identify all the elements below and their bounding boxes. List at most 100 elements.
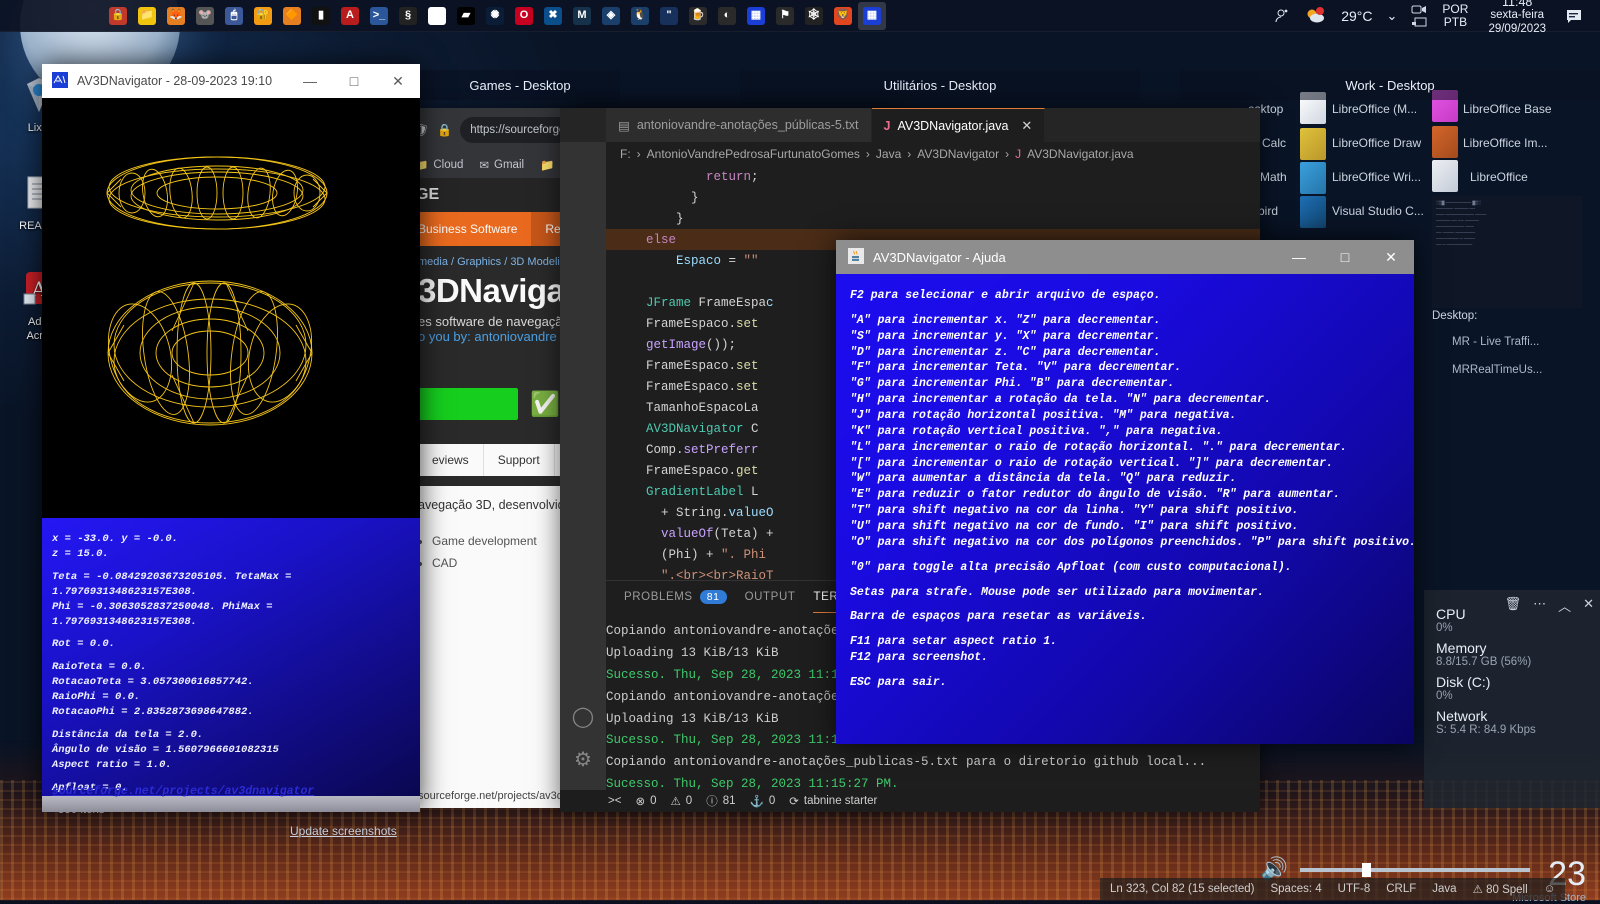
cmd-icon[interactable]: ▰ — [452, 2, 480, 30]
nav-business-software[interactable]: Business Software — [404, 212, 531, 246]
libreoffice-impress-icon[interactable] — [1432, 126, 1458, 158]
maximize-button[interactable]: □ — [1322, 240, 1368, 274]
error-count[interactable]: ⊗ 0 — [635, 794, 656, 808]
av3dnavigator-title-bar[interactable]: AV3DNavigator - 28-09-2023 19:10 — □ ✕ — [42, 64, 420, 98]
3d-viewport[interactable] — [42, 98, 420, 518]
project-tab-reviews[interactable]: eviews — [418, 444, 484, 476]
file-explorer-icon[interactable]: 📁 — [133, 2, 161, 30]
work-item-libreoffice-m[interactable]: LibreOffice (M... — [1332, 102, 1417, 116]
vlc-icon[interactable]: 🔶 — [278, 2, 306, 30]
notepad-icon[interactable]: ▤ — [423, 2, 451, 30]
close-button[interactable]: ✕ — [1368, 240, 1414, 274]
work-item-visual-studio-code[interactable]: Visual Studio C... — [1332, 204, 1424, 218]
feedback-icon[interactable]: ☺ — [1544, 883, 1556, 895]
cursor-position[interactable]: Ln 323, Col 82 (15 selected) — [1110, 883, 1254, 895]
work-traffic-item-1[interactable]: MR - Live Traffi... — [1452, 336, 1539, 348]
gimp-icon[interactable]: 🐭 — [191, 2, 219, 30]
work-item-thunderbird[interactable]: bird — [1258, 204, 1278, 218]
project-tab-support[interactable]: Support — [484, 444, 555, 476]
more-options-icon[interactable]: ⋯ — [1533, 596, 1546, 615]
opera-icon[interactable]: O — [510, 2, 538, 30]
eol[interactable]: CRLF — [1386, 883, 1416, 895]
tabnine-starter[interactable]: ⟳ tabnine starter — [789, 794, 877, 808]
sketch-icon[interactable]: ◐ — [713, 2, 741, 30]
delete-icon[interactable]: 🗑 — [1505, 596, 1522, 615]
lock-icon[interactable]: 🔐 — [249, 2, 277, 30]
breadcrumb-item-drive[interactable]: F: — [620, 147, 631, 161]
av3dnav-active-icon[interactable]: ▦ — [858, 1, 886, 30]
breadcrumb-item-folder-java[interactable]: Java — [876, 147, 901, 161]
libreoffice-start-icon[interactable] — [1432, 160, 1458, 192]
close-icon[interactable]: ✕ — [1021, 118, 1032, 134]
work-item-libreoffice-writer[interactable]: LibreOffice Wri... — [1332, 170, 1421, 184]
libreoffice-writer-icon[interactable] — [1300, 162, 1326, 194]
language-indicator[interactable]: POR PTB — [1434, 3, 1476, 28]
desktop-group-utilitarios[interactable]: Utilitários - Desktop — [740, 70, 1140, 100]
download-button[interactable] — [418, 388, 518, 420]
weather-icon[interactable] — [1298, 0, 1334, 32]
work-item-calc[interactable]: Calc — [1262, 136, 1286, 150]
volume-slider-handle[interactable] — [1362, 863, 1371, 877]
terminal-icon[interactable]: ▮ — [307, 2, 335, 30]
people-icon[interactable] — [1266, 0, 1298, 32]
minimize-button[interactable]: — — [1276, 240, 1322, 274]
libreoffice-draw-icon[interactable] — [1300, 128, 1326, 160]
panel-tab-problems[interactable]: PROBLEMS 81 — [624, 581, 727, 613]
volume-slider[interactable] — [1300, 863, 1530, 877]
info-count[interactable]: ⓘ 81 — [706, 793, 735, 809]
quote-icon[interactable]: " — [655, 2, 683, 30]
breadcrumb-item-folder-user[interactable]: AntonioVandrePedrosaFurtunatoGomes — [647, 147, 860, 161]
desktop-group-work[interactable]: Work - Desktop — [1180, 70, 1600, 100]
help-title-bar[interactable]: AV3DNavigator - Ajuda — □ ✕ — [836, 240, 1414, 274]
collapse-icon[interactable]: ︿ — [1558, 596, 1571, 615]
scilab-icon[interactable]: § — [394, 2, 422, 30]
maximize-button[interactable]: □ — [332, 64, 376, 98]
account-icon[interactable]: ◯ — [572, 704, 594, 729]
breadcrumb-item-folder-project[interactable]: AV3DNavigator — [917, 147, 999, 161]
mouse-icon[interactable]: 🖱 — [220, 2, 248, 30]
work-item-libreoffice-impress[interactable]: LibreOffice Im... — [1463, 136, 1547, 150]
work-item-math[interactable]: Math — [1260, 170, 1287, 184]
brave-icon[interactable]: 🦁 — [829, 2, 857, 30]
firefox-icon[interactable]: 🦊 — [162, 2, 190, 30]
vscode-icon[interactable]: ✖ — [539, 2, 567, 30]
taskbar[interactable]: 🔒 📁 🦊 🐭 🖱 🔐 🔶 ▮ A >_ § ▤ ▰ ✺ O ✖ M ◈ 🐧 " 🍺 ◐ ▦ ⚑ 🕸 🦁 ▦ 29°C ⌄ POR … — [0, 0, 1600, 35]
desktop-group-games[interactable]: Games - Desktop — [420, 70, 620, 100]
powershell-icon[interactable]: >_ — [365, 2, 393, 30]
visual-studio-code-icon[interactable] — [1300, 196, 1326, 228]
flag-icon[interactable]: ⚑ — [771, 2, 799, 30]
maxima-icon[interactable]: M — [568, 2, 596, 30]
minimize-button[interactable]: — — [288, 64, 332, 98]
octave-icon[interactable]: ◈ — [597, 2, 625, 30]
spell-checker[interactable]: ⚠ 80 Spell — [1473, 882, 1528, 896]
warning-count[interactable]: ⚠ 0 — [670, 794, 692, 808]
work-item-libreoffice[interactable]: LibreOffice — [1470, 170, 1528, 184]
bookmark-cloud[interactable]: 📁 Cloud — [414, 158, 463, 172]
brought-by-user[interactable]: antoniovandre — [474, 329, 556, 344]
work-traffic-item-2[interactable]: MRRealTimeUs... — [1452, 364, 1542, 376]
project-url-link[interactable]: sourceforge.net/projects/av3dnavigator — [52, 785, 314, 798]
breadcrumb-item-file[interactable]: AV3DNavigator.java — [1027, 147, 1134, 161]
tray-overflow-icons[interactable] — [1404, 0, 1434, 32]
av3dnav-icon[interactable]: ▦ — [742, 2, 770, 30]
adobe-acrobat-icon[interactable]: A — [336, 2, 364, 30]
notifications-icon[interactable] — [1558, 0, 1590, 32]
panel-tab-output[interactable]: OUTPUT — [745, 581, 796, 613]
clock[interactable]: 11:48 sexta-feira 29/09/2023 — [1476, 0, 1558, 36]
av3dnavigator-window[interactable]: AV3DNavigator - 28-09-2023 19:10 — □ ✕ x… — [42, 64, 420, 812]
close-button[interactable]: ✕ — [376, 64, 420, 98]
remote-indicator[interactable]: >< — [608, 795, 621, 807]
chevron-down-icon[interactable]: ⌄ — [1380, 0, 1405, 32]
tab-notes-txt[interactable]: ▤ antoniovandre-anotações_públicas-5.txt — [606, 108, 872, 142]
keepass-icon[interactable]: 🔒 — [104, 2, 132, 30]
gear-icon[interactable]: ⚙ — [574, 747, 592, 772]
work-item-libreoffice-draw[interactable]: LibreOffice Draw — [1332, 136, 1421, 150]
av3dnavigator-help-window[interactable]: AV3DNavigator - Ajuda — □ ✕ F2 para sele… — [836, 240, 1414, 744]
spider-icon[interactable]: 🕸 — [800, 2, 828, 30]
bookmark-gmail[interactable]: ✉ Gmail — [479, 158, 524, 172]
ports-count[interactable]: ⚓ 0 — [750, 794, 776, 808]
encoding[interactable]: UTF-8 — [1338, 883, 1371, 895]
update-screenshots-link[interactable]: Update screenshots — [290, 824, 397, 838]
anaconda-icon[interactable]: ✺ — [481, 2, 509, 30]
work-item-libreoffice-base[interactable]: LibreOffice Base — [1463, 102, 1552, 116]
